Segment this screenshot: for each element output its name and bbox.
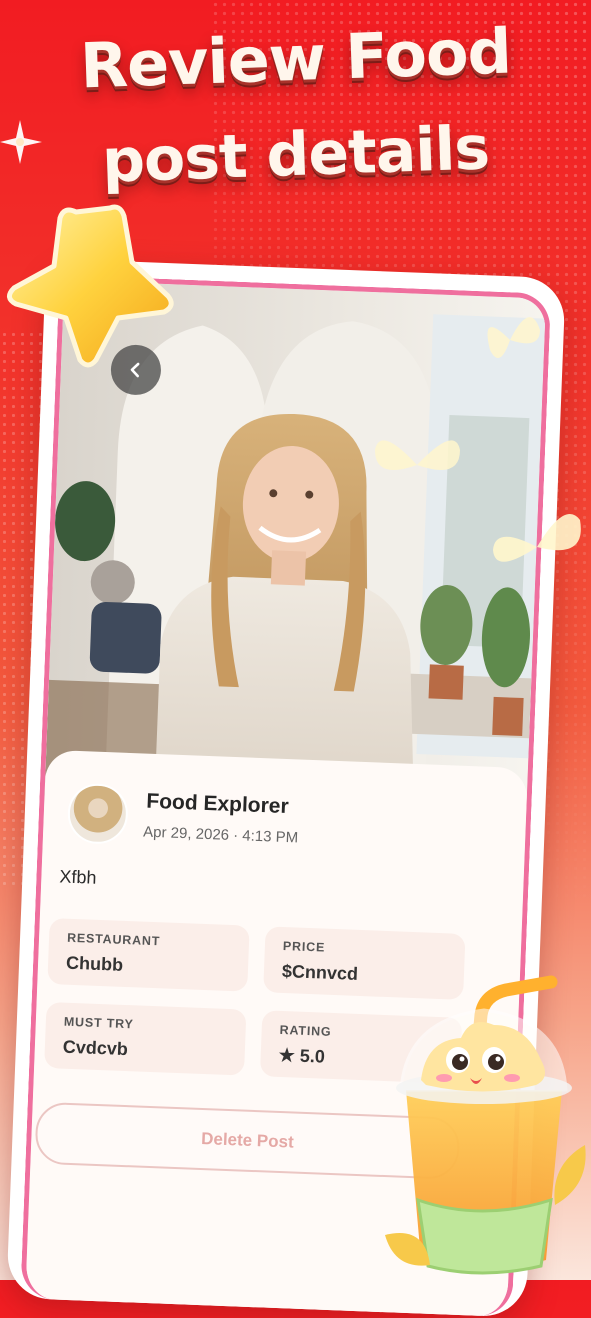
butterfly-decoration (493, 514, 581, 562)
leaf-decoration (385, 1233, 430, 1266)
rating-label: RATING (279, 1022, 332, 1039)
restaurant-box: RESTAURANT Chubb (47, 918, 250, 992)
avatar[interactable] (66, 782, 130, 845)
post-date: Apr 29, 2026 · 4:13 PM (142, 823, 299, 847)
price-value: $Cnnvcd (281, 960, 359, 984)
must-try-box: MUST TRY Cvdcvb (44, 1001, 247, 1076)
sparkle-icon (0, 120, 42, 164)
restaurant-label: RESTAURANT (66, 930, 161, 949)
restaurant-value: Chubb (65, 952, 124, 975)
author-name[interactable]: Food Explorer (146, 790, 289, 819)
butterfly-decoration (487, 317, 540, 358)
post-caption: Xfbh (59, 866, 97, 888)
must-try-value: Cvdcvb (62, 1036, 129, 1060)
butterfly-decoration (375, 440, 460, 470)
price-label: PRICE (282, 939, 326, 955)
rating-value: ★ 5.0 (278, 1044, 326, 1067)
must-try-label: MUST TRY (63, 1014, 134, 1032)
leaf-decoration (554, 1145, 586, 1205)
star-icon (7, 204, 174, 368)
